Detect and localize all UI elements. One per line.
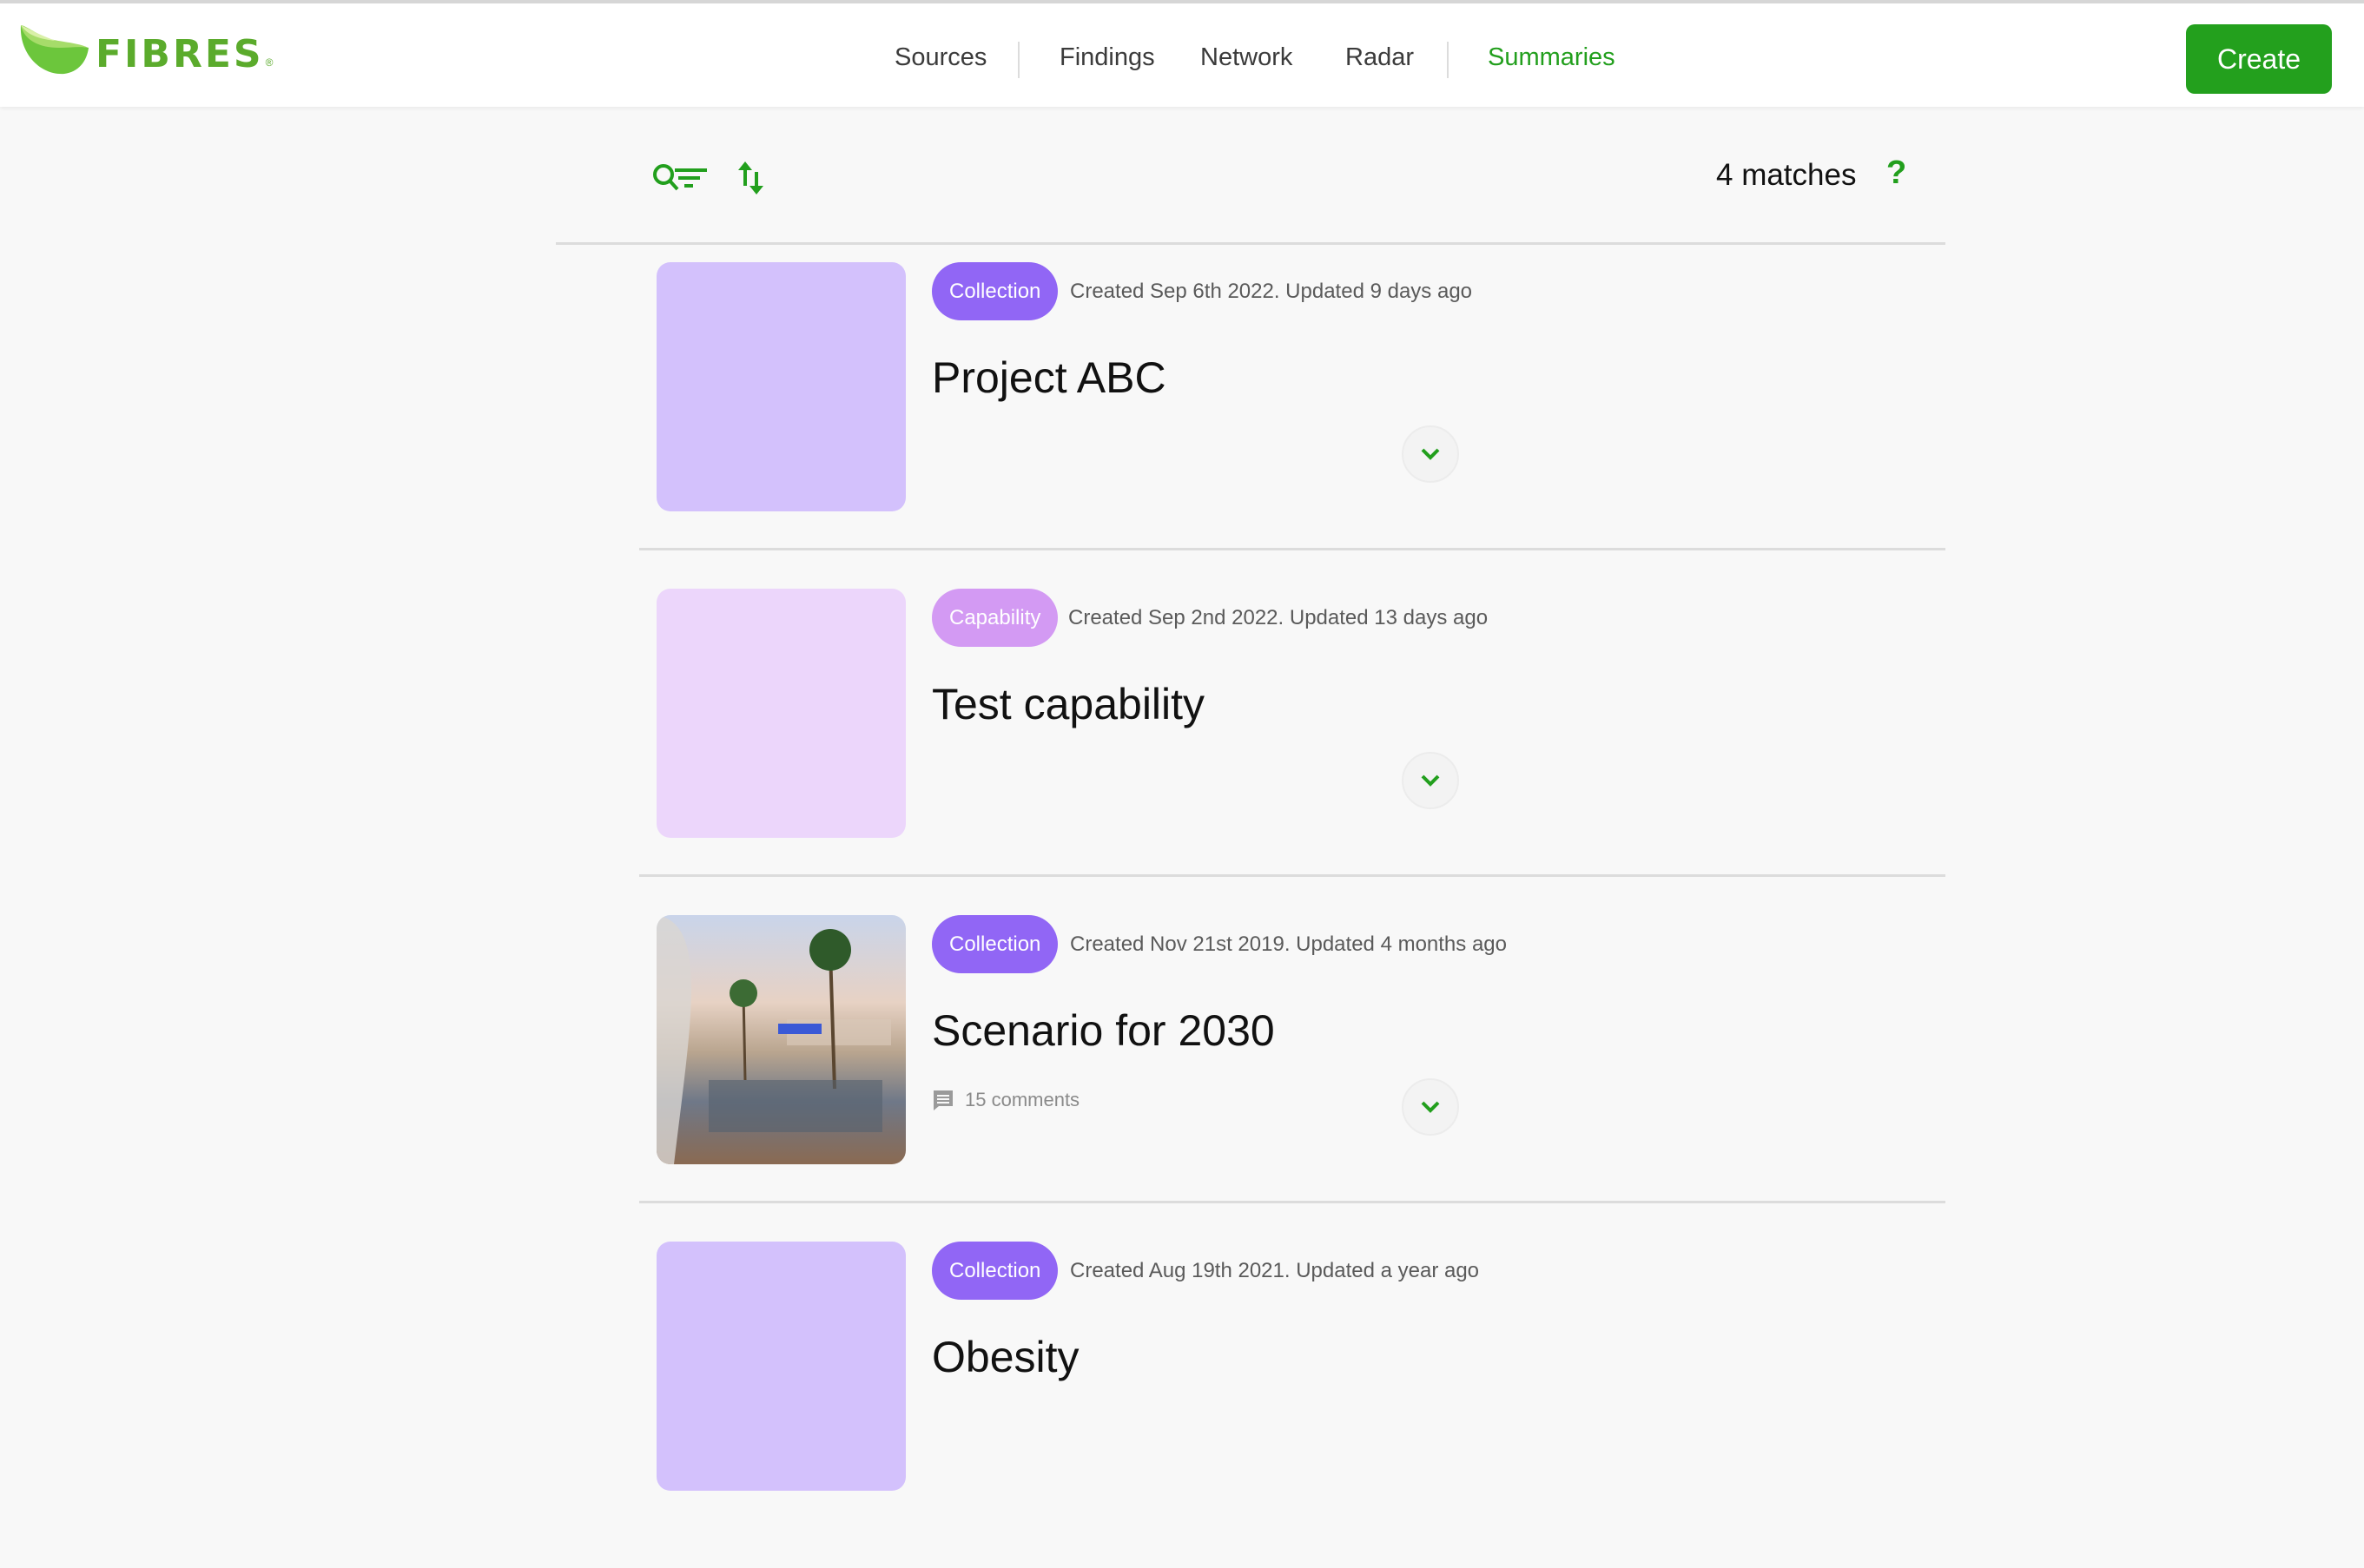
city-scene-image[interactable] bbox=[657, 915, 906, 1164]
chevron-down-icon bbox=[1421, 448, 1440, 460]
item-title[interactable]: Test capability bbox=[932, 679, 1205, 729]
expand-button[interactable] bbox=[1402, 425, 1459, 483]
help-icon[interactable]: ? bbox=[1886, 155, 1906, 192]
list-item: Collection Created Sep 6th 2022. Updated… bbox=[639, 262, 1945, 589]
chevron-down-icon bbox=[1421, 774, 1440, 787]
nav-divider bbox=[1447, 42, 1449, 78]
sort-arrows-icon[interactable] bbox=[736, 160, 766, 201]
toolbar-divider bbox=[556, 242, 1945, 245]
nav-sources[interactable]: Sources bbox=[895, 40, 987, 75]
item-meta: Created Aug 19th 2021. Updated a year ag… bbox=[1070, 1259, 1480, 1282]
type-badge[interactable]: Capability bbox=[932, 589, 1059, 647]
nav-findings[interactable]: Findings bbox=[1060, 40, 1155, 75]
item-meta: Created Nov 21st 2019. Updated 4 months … bbox=[1070, 932, 1507, 956]
comments-link[interactable]: 15 comments bbox=[932, 1089, 1080, 1111]
item-meta: Created Sep 6th 2022. Updated 9 days ago bbox=[1070, 280, 1473, 303]
city-scene-illustration bbox=[657, 915, 891, 1164]
card-divider bbox=[639, 874, 1945, 877]
search-filter-icon[interactable] bbox=[651, 161, 709, 201]
main-nav: Sources Findings Network Radar Summaries bbox=[0, 3, 2364, 110]
item-thumbnail[interactable] bbox=[657, 1242, 906, 1491]
type-badge[interactable]: Collection bbox=[932, 915, 1059, 973]
list-item: Capability Created Sep 2nd 2022. Updated… bbox=[639, 589, 1945, 915]
card-divider bbox=[639, 1201, 1945, 1203]
list-item: Collection Created Nov 21st 2019. Update… bbox=[639, 915, 1945, 1242]
type-badge[interactable]: Collection bbox=[932, 262, 1059, 320]
item-title[interactable]: Scenario for 2030 bbox=[932, 1005, 1275, 1056]
item-title[interactable]: Obesity bbox=[932, 1332, 1080, 1382]
item-thumbnail[interactable] bbox=[657, 589, 906, 838]
list-item: Collection Created Aug 19th 2021. Update… bbox=[639, 1242, 1945, 1568]
item-title[interactable]: Project ABC bbox=[932, 352, 1166, 403]
type-badge[interactable]: Collection bbox=[932, 1242, 1059, 1300]
nav-divider bbox=[1018, 42, 1020, 78]
item-thumbnail[interactable] bbox=[657, 262, 906, 511]
nav-radar[interactable]: Radar bbox=[1345, 40, 1414, 75]
top-header: FIBRES ® Sources Findings Network Radar … bbox=[0, 0, 2364, 107]
expand-button[interactable] bbox=[1402, 752, 1459, 809]
create-button[interactable]: Create bbox=[2186, 24, 2332, 94]
matches-count: 4 matches bbox=[1716, 158, 1857, 192]
card-divider bbox=[639, 548, 1945, 550]
nav-summaries[interactable]: Summaries bbox=[1488, 40, 1615, 75]
nav-network[interactable]: Network bbox=[1200, 40, 1292, 75]
comments-count: 15 comments bbox=[965, 1089, 1080, 1110]
item-meta: Created Sep 2nd 2022. Updated 13 days ag… bbox=[1068, 606, 1489, 629]
expand-button[interactable] bbox=[1402, 1078, 1459, 1136]
chevron-down-icon bbox=[1421, 1101, 1440, 1113]
comment-icon bbox=[934, 1090, 953, 1110]
